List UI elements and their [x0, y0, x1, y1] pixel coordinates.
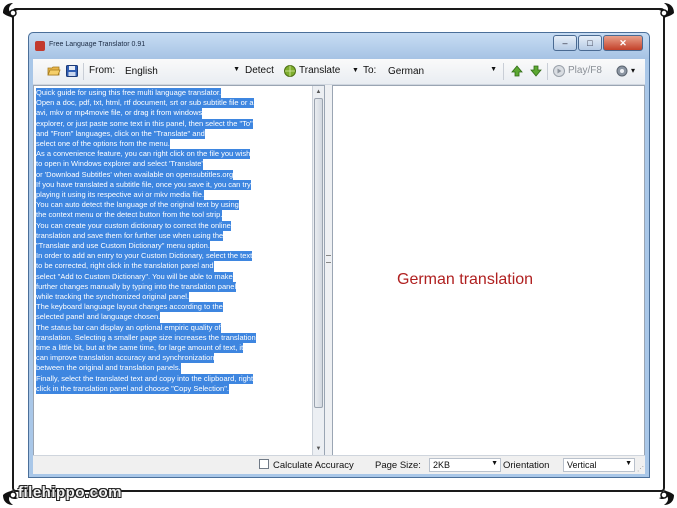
orientation-label: Orientation [503, 460, 550, 471]
translate-menu-arrow[interactable]: ▼ [352, 67, 359, 74]
orientation-value: Vertical [567, 460, 597, 470]
source-text-line[interactable]: can improve translation accuracy and syn… [36, 353, 215, 364]
window-controls: – □ ✕ [552, 35, 643, 51]
chevron-down-icon: ▼ [491, 460, 498, 467]
translate-button[interactable]: Translate [299, 65, 340, 76]
translate-globe-icon [283, 64, 297, 78]
window-title: Free Language Translator 0.91 [49, 41, 146, 48]
ornament-corner-icon [0, 0, 26, 26]
from-language-select[interactable]: English ▼ [122, 64, 242, 79]
arrow-up-icon[interactable] [510, 64, 524, 78]
chevron-down-icon: ▼ [625, 460, 632, 467]
open-folder-icon[interactable] [47, 64, 61, 78]
scroll-down-icon[interactable]: ▼ [313, 443, 324, 455]
source-text-line[interactable]: click in the translation panel and choos… [36, 383, 229, 395]
calculate-accuracy-checkbox[interactable] [259, 459, 269, 469]
chevron-down-icon: ▼ [490, 66, 497, 73]
source-text-line[interactable]: You can auto detect the language of the … [36, 200, 239, 211]
window-client: From: English ▼ Detect Translate ▼ To: G… [33, 59, 645, 474]
source-text-panel[interactable]: Quick guide for using this free multi la… [33, 85, 325, 456]
to-language-value: German [388, 66, 425, 77]
source-text-line[interactable]: If you have translated a subtitle file, … [36, 179, 251, 191]
source-text-line[interactable]: select one of the options from the menu. [36, 139, 170, 150]
to-language-select[interactable]: German ▼ [385, 64, 499, 79]
title-bar[interactable]: Free Language Translator 0.91 – □ ✕ [29, 33, 649, 59]
app-window: Free Language Translator 0.91 – □ ✕ From… [28, 32, 650, 478]
app-icon [35, 41, 45, 51]
translation-panel[interactable]: German translation [332, 85, 645, 456]
source-text-line[interactable]: The keyboard language layout changes acc… [36, 302, 223, 313]
source-text-line[interactable]: to be corrected, right click in the tran… [36, 261, 214, 272]
source-text-line[interactable]: As a convenience feature, you can right … [36, 149, 251, 160]
source-text-line[interactable]: avi, mkv or mp4movie file, or drag it fr… [36, 108, 203, 119]
page-size-label: Page Size: [375, 460, 421, 471]
source-text-line[interactable]: explorer, or just paste some text in thi… [36, 118, 253, 129]
toolbar-separator [83, 63, 84, 80]
minimize-button[interactable]: – [553, 35, 577, 51]
play-button[interactable]: Play/F8 [568, 65, 602, 76]
source-text-line[interactable]: "Translate and use Custom Dictionary" me… [36, 241, 210, 252]
splitter-grip-icon[interactable] [326, 255, 331, 263]
panes: Quick guide for using this free multi la… [33, 85, 645, 456]
page-size-value: 2KB [433, 460, 451, 470]
vertical-scrollbar[interactable]: ▲ ▼ [312, 86, 324, 455]
source-text-line[interactable]: Finally, select the translated text and … [36, 373, 254, 384]
scroll-up-icon[interactable]: ▲ [313, 86, 324, 98]
watermark-logo: filehippo.com [18, 484, 122, 501]
chevron-down-icon: ▼ [233, 66, 240, 73]
source-text-line[interactable]: translation. Selecting a smaller page si… [36, 332, 256, 344]
translation-text[interactable]: German translation [397, 271, 533, 289]
source-text-line[interactable]: between the original and translation pan… [36, 363, 181, 374]
toolbar: From: English ▼ Detect Translate ▼ To: G… [33, 59, 645, 85]
ornament-corner-icon [651, 482, 677, 508]
detect-button[interactable]: Detect [245, 65, 274, 76]
source-text[interactable]: Quick guide for using this free multi la… [36, 88, 312, 395]
source-text-line[interactable]: while tracking the synchronized original… [36, 292, 190, 303]
source-text-line[interactable]: the context menu or the detect button fr… [36, 210, 223, 221]
status-bar: Calculate Accuracy Page Size: 2KB ▼ Orie… [33, 455, 645, 474]
save-icon[interactable] [65, 64, 79, 78]
source-text-line[interactable]: to open in Windows explorer and select '… [36, 159, 203, 170]
options-menu-arrow[interactable]: ▾ [631, 66, 635, 75]
source-text-line[interactable]: time a little bit, but at the same time,… [36, 343, 244, 354]
source-text-line[interactable]: selected panel and language chosen. [36, 312, 161, 323]
close-button[interactable]: ✕ [603, 35, 643, 51]
source-text-line[interactable]: translation and save them for further us… [36, 230, 224, 242]
calculate-accuracy-label[interactable]: Calculate Accuracy [273, 460, 354, 471]
source-text-line[interactable]: and "From" languages, click on the "Tran… [36, 128, 205, 140]
orientation-select[interactable]: Vertical ▼ [563, 458, 635, 472]
maximize-button[interactable]: □ [578, 35, 602, 51]
source-text-line[interactable]: select "Add to Custom Dictionary". You w… [36, 271, 233, 282]
from-label: From: [89, 65, 116, 76]
source-text-line[interactable]: Quick guide for using this free multi la… [36, 88, 222, 99]
source-text-line[interactable]: Open a doc, pdf, txt, html, rtf document… [36, 98, 254, 109]
source-text-line[interactable]: In order to add an entry to your Custom … [36, 251, 253, 262]
page-size-select[interactable]: 2KB ▼ [429, 458, 501, 472]
from-language-value: English [125, 66, 158, 77]
toolbar-separator [503, 63, 504, 80]
pane-splitter[interactable] [325, 85, 332, 456]
play-icon[interactable] [552, 64, 566, 78]
to-label: To: [363, 65, 377, 76]
arrow-down-icon[interactable] [529, 64, 543, 78]
toolbar-separator [547, 63, 548, 80]
source-text-line[interactable]: playing it using its respective avi or m… [36, 190, 204, 201]
ornament-corner-icon [651, 0, 677, 26]
size-grip-icon[interactable]: ⋰ [637, 465, 644, 473]
source-text-line[interactable]: The status bar can display an optional e… [36, 322, 221, 333]
source-text-line[interactable]: further changes manually by typing into … [36, 281, 237, 293]
gear-icon[interactable] [615, 64, 629, 78]
scrollbar-thumb[interactable] [314, 98, 323, 408]
source-text-line[interactable]: You can create your custom dictionary to… [36, 220, 231, 231]
source-text-line[interactable]: or 'Download Subtitles' when available o… [36, 169, 234, 180]
